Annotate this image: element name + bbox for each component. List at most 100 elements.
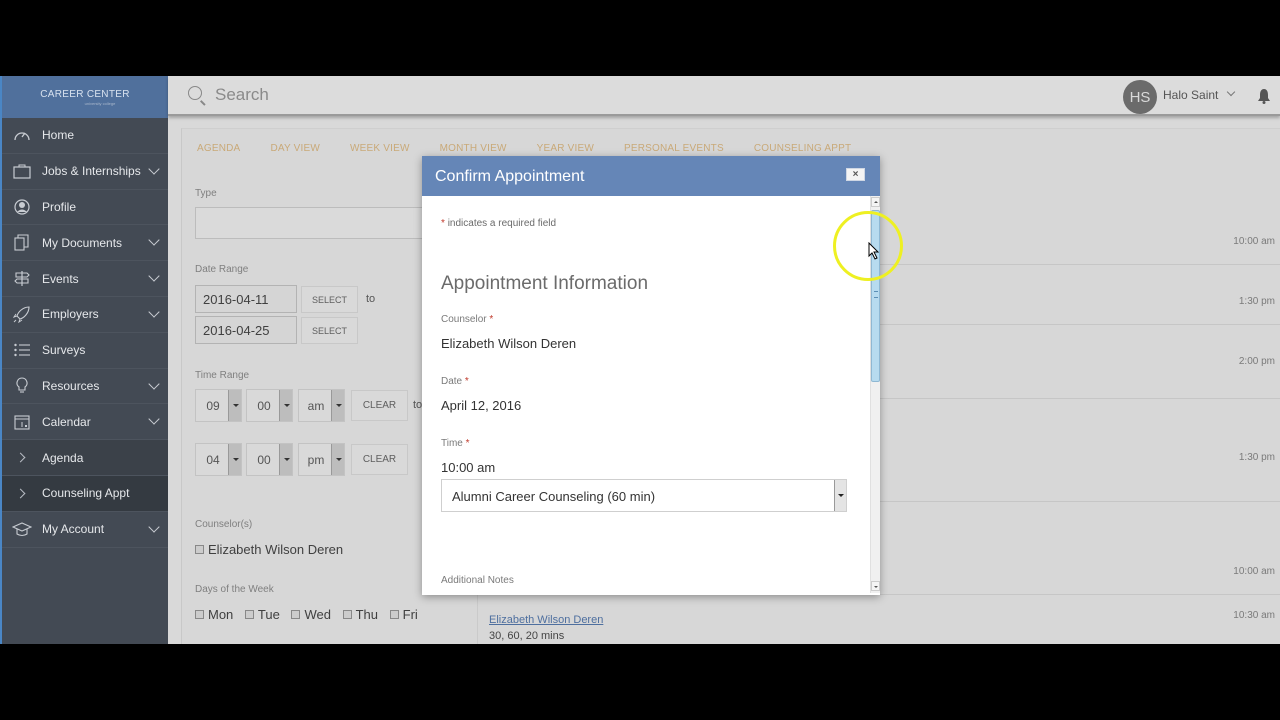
- tab-month-view[interactable]: MONTH VIEW: [440, 143, 507, 154]
- counselor-link[interactable]: Elizabeth Wilson Deren: [489, 614, 603, 626]
- tab-day-view[interactable]: DAY VIEW: [270, 143, 320, 154]
- rocket-icon: [12, 304, 32, 324]
- chevron-down-icon[interactable]: [148, 234, 160, 247]
- scroll-up-arrow-icon[interactable]: [871, 197, 880, 207]
- bell-icon[interactable]: [1257, 88, 1271, 109]
- day-tue-checkbox[interactable]: Tue: [244, 607, 280, 622]
- tab-personal-events[interactable]: PERSONAL EVENTS: [624, 143, 724, 154]
- sidebar-item-jobs[interactable]: Jobs & Internships: [2, 154, 168, 190]
- search-icon[interactable]: [188, 86, 202, 100]
- date-value: April 12, 2016: [441, 398, 522, 413]
- required-field-note: * indicates a required field: [441, 218, 557, 229]
- select-date-from-button[interactable]: SELECT: [301, 286, 358, 313]
- sidebar-item-counseling-appt[interactable]: Counseling Appt: [2, 475, 168, 512]
- tab-counseling-appt[interactable]: COUNSELING APPT: [754, 143, 851, 154]
- sidebar-item-calendar[interactable]: Calendar: [2, 404, 168, 441]
- sidebar-item-label: Home: [42, 128, 75, 143]
- chevron-down-icon[interactable]: [148, 270, 160, 282]
- type-label: Type: [195, 188, 217, 199]
- search-input[interactable]: Search: [215, 85, 269, 105]
- chevron-down-icon[interactable]: [148, 377, 160, 390]
- documents-icon: [12, 233, 32, 253]
- time-from-ampm-select[interactable]: am: [298, 389, 345, 422]
- user-name[interactable]: Halo Saint: [1163, 88, 1218, 102]
- dropdown-arrow-icon[interactable]: [279, 390, 292, 421]
- dropdown-arrow-icon[interactable]: [228, 390, 241, 421]
- day-fri-checkbox[interactable]: Fri: [389, 607, 418, 622]
- time-range-label: Time Range: [195, 370, 250, 381]
- slot-time: 1:30 pm: [1238, 452, 1275, 463]
- chevron-down-icon[interactable]: [148, 521, 160, 533]
- day-wed-checkbox[interactable]: Wed: [291, 607, 331, 622]
- time-to-minute-select[interactable]: 00: [246, 443, 293, 476]
- user-icon: [12, 197, 32, 217]
- counselors-label: Counselor(s): [195, 519, 253, 530]
- close-button[interactable]: ×: [846, 168, 865, 181]
- clear-time-from-button[interactable]: CLEAR: [351, 390, 408, 421]
- sidebar-item-label: Agenda: [42, 450, 84, 465]
- sidebar-item-label: Calendar: [42, 414, 91, 429]
- clear-time-to-button[interactable]: CLEAR: [351, 444, 408, 475]
- sidebar-item-my-documents[interactable]: My Documents: [2, 225, 168, 262]
- sidebar-item-surveys[interactable]: Surveys: [2, 333, 168, 369]
- date-range-label: Date Range: [195, 264, 249, 275]
- chevron-down-icon[interactable]: [148, 163, 160, 175]
- date-to-input[interactable]: 2016-04-25: [195, 316, 297, 344]
- time-from-minute-select[interactable]: 00: [246, 389, 293, 422]
- list-icon: [12, 340, 32, 360]
- sidebar-item-agenda[interactable]: Agenda: [2, 440, 168, 476]
- scroll-down-arrow-icon[interactable]: [871, 581, 880, 591]
- sidebar-item-label: Counseling Appt: [42, 486, 130, 501]
- dropdown-arrow-icon[interactable]: [228, 444, 241, 475]
- date-from-input[interactable]: 2016-04-11: [195, 285, 297, 313]
- view-tabs: AGENDA DAY VIEW WEEK VIEW MONTH VIEW YEA…: [197, 143, 881, 154]
- chevron-down-icon[interactable]: [1226, 87, 1236, 97]
- type-filter-select[interactable]: [195, 207, 435, 239]
- appointment-type-select[interactable]: Alumni Career Counseling (60 min): [441, 479, 847, 512]
- checkbox[interactable]: [195, 545, 204, 555]
- time-to-ampm-select[interactable]: pm: [298, 443, 345, 476]
- section-title: Appointment Information: [441, 273, 649, 294]
- day-mon-checkbox[interactable]: Mon: [195, 607, 233, 622]
- counselor-checkbox-row[interactable]: Elizabeth Wilson Deren: [195, 542, 343, 557]
- days-of-week-label: Days of the Week: [195, 584, 274, 595]
- time-to-hour-select[interactable]: 04: [195, 443, 242, 476]
- sidebar-item-label: Employers: [42, 307, 99, 322]
- signpost-icon: [12, 269, 32, 289]
- calendar-icon: [12, 412, 32, 432]
- selected-value: 04: [206, 453, 220, 467]
- dropdown-arrow-icon[interactable]: [331, 390, 344, 421]
- time-from-hour-select[interactable]: 09: [195, 389, 242, 422]
- sidebar-item-employers[interactable]: Employers: [2, 297, 168, 333]
- chevron-right-icon: [12, 483, 32, 503]
- sidebar-item-my-account[interactable]: My Account: [2, 512, 168, 548]
- slot-time: 10:00 am: [1233, 236, 1275, 247]
- brand-logo[interactable]: CAREER CENTER university college: [2, 76, 168, 118]
- dialog-header: Confirm Appointment ×: [422, 156, 880, 196]
- chevron-right-icon: [12, 448, 32, 468]
- dropdown-arrow-icon[interactable]: [331, 444, 344, 475]
- dropdown-arrow-icon[interactable]: [279, 444, 292, 475]
- dropdown-arrow-icon[interactable]: [834, 480, 846, 511]
- slot-time: 10:00 am: [1233, 566, 1275, 577]
- day-thu-checkbox[interactable]: Thu: [342, 607, 378, 622]
- sidebar-item-home[interactable]: Home: [2, 118, 168, 154]
- selected-value: 00: [257, 399, 271, 413]
- time-value: 10:00 am: [441, 460, 496, 475]
- avatar[interactable]: HS: [1123, 80, 1157, 114]
- sidebar-item-resources[interactable]: Resources: [2, 369, 168, 405]
- chevron-down-icon[interactable]: [148, 306, 160, 318]
- sidebar-item-label: Surveys: [42, 343, 86, 358]
- sidebar-item-events[interactable]: Events: [2, 261, 168, 297]
- days-checkbox-row: Mon Tue Wed Thu Fri: [195, 607, 426, 622]
- sidebar-item-profile[interactable]: Profile: [2, 190, 168, 226]
- app-window: CAREER CENTER university college Home Jo…: [0, 76, 1280, 644]
- additional-notes-label: Additional Notes: [441, 575, 514, 586]
- select-date-to-button[interactable]: SELECT: [301, 317, 358, 344]
- sidebar-item-label: Events: [42, 271, 79, 286]
- tab-year-view[interactable]: YEAR VIEW: [537, 143, 594, 154]
- chevron-down-icon[interactable]: [148, 413, 160, 426]
- counselor-value: Elizabeth Wilson Deren: [441, 336, 577, 351]
- tab-agenda[interactable]: AGENDA: [197, 143, 240, 154]
- tab-week-view[interactable]: WEEK VIEW: [350, 143, 410, 154]
